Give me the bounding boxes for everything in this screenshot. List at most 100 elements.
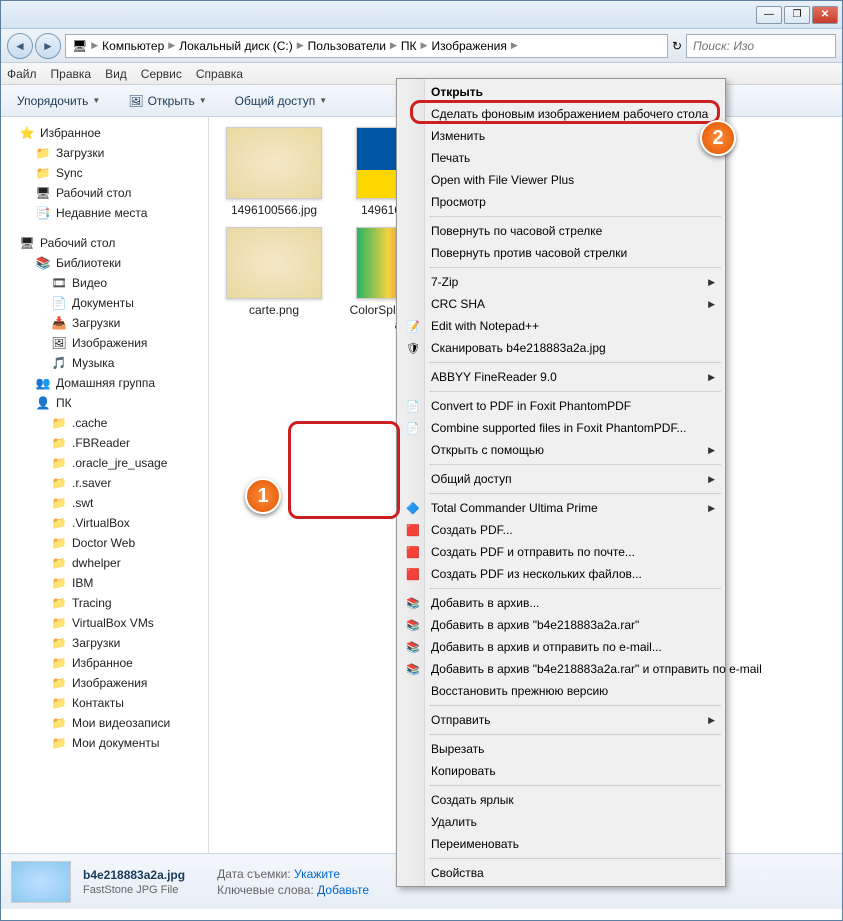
context-menu-item[interactable]: Восстановить прежнюю версию xyxy=(399,680,723,702)
context-menu-item[interactable]: 7-Zip▶ xyxy=(399,271,723,293)
file-item[interactable]: 1496100566.jpg xyxy=(219,127,329,219)
sidebar-item-folder[interactable]: 📁Мои видеозаписи xyxy=(1,713,208,733)
sidebar-item-images[interactable]: 🖼Изображения xyxy=(1,333,208,353)
nav-back-button[interactable]: ◄ xyxy=(7,33,33,59)
context-menu-item[interactable]: Переименовать xyxy=(399,833,723,855)
breadcrumb-item[interactable]: Компьютер xyxy=(102,39,164,53)
sidebar-item-folder[interactable]: 📁.oracle_jre_usage xyxy=(1,453,208,473)
menu-tools[interactable]: Сервис xyxy=(141,67,182,81)
download-icon: 📥 xyxy=(51,315,67,331)
status-keywords-label: Ключевые слова: xyxy=(217,883,314,897)
context-menu-item[interactable]: Сделать фоновым изображением рабочего ст… xyxy=(399,103,723,125)
status-keywords-link[interactable]: Добавьте xyxy=(317,883,369,897)
context-menu-item[interactable]: 🟥Создать PDF и отправить по почте... xyxy=(399,541,723,563)
sidebar-item-folder[interactable]: 📁.cache xyxy=(1,413,208,433)
sidebar-item-folder[interactable]: 📁Избранное xyxy=(1,653,208,673)
context-menu-item[interactable]: 🛡Сканировать b4e218883a2a.jpg xyxy=(399,337,723,359)
search-input[interactable] xyxy=(686,34,836,58)
sidebar-item-folder[interactable]: 📁.swt xyxy=(1,493,208,513)
sidebar-item-folder[interactable]: 📁.FBReader xyxy=(1,433,208,453)
sidebar-item-documents[interactable]: 📄Документы xyxy=(1,293,208,313)
context-menu-separator xyxy=(429,391,721,392)
maximize-button[interactable]: ❐ xyxy=(784,6,810,24)
file-item[interactable]: carte.png xyxy=(219,227,329,332)
breadcrumb-item[interactable]: Пользователи xyxy=(308,39,386,53)
breadcrumb[interactable]: 🖥 ▶ Компьютер ▶ Локальный диск (C:) ▶ По… xyxy=(65,34,668,58)
context-menu-item[interactable]: 📚Добавить в архив "b4e218883a2a.rar" и о… xyxy=(399,658,723,680)
context-menu-item[interactable]: 🟥Создать PDF... xyxy=(399,519,723,541)
sidebar-item-folder[interactable]: 📁Изображения xyxy=(1,673,208,693)
context-menu-item[interactable]: Копировать xyxy=(399,760,723,782)
sidebar-item-folder[interactable]: 📁Контакты xyxy=(1,693,208,713)
sidebar-item-folder[interactable]: 📁.r.saver xyxy=(1,473,208,493)
minimize-button[interactable]: — xyxy=(756,6,782,24)
context-menu-item[interactable]: Открыть xyxy=(399,81,723,103)
context-menu-item[interactable]: Повернуть против часовой стрелки xyxy=(399,242,723,264)
context-menu-item[interactable]: ABBYY FineReader 9.0▶ xyxy=(399,366,723,388)
status-date-link[interactable]: Укажите xyxy=(294,867,340,881)
sidebar-item-folder[interactable]: 📁IBM xyxy=(1,573,208,593)
chevron-right-icon: ▶ xyxy=(708,715,715,726)
sidebar-item-video[interactable]: 🎞Видео xyxy=(1,273,208,293)
sidebar-user[interactable]: 👤ПК xyxy=(1,393,208,413)
sidebar-item-folder[interactable]: 📁Doctor Web xyxy=(1,533,208,553)
context-menu-separator xyxy=(429,588,721,589)
folder-icon: 📁 xyxy=(51,555,67,571)
sidebar-item-recent[interactable]: 📑Недавние места xyxy=(1,203,208,223)
context-menu-item[interactable]: Просмотр xyxy=(399,191,723,213)
nav-forward-button[interactable]: ► xyxy=(35,33,61,59)
context-menu-item[interactable]: Открыть с помощью▶ xyxy=(399,439,723,461)
context-menu-item[interactable]: 🟥Создать PDF из нескольких файлов... xyxy=(399,563,723,585)
folder-icon: 📁 xyxy=(51,495,67,511)
context-menu-item[interactable]: Общий доступ▶ xyxy=(399,468,723,490)
context-menu-item[interactable]: 📚Добавить в архив и отправить по e-mail.… xyxy=(399,636,723,658)
sidebar-item-downloads[interactable]: 📁Загрузки xyxy=(1,143,208,163)
menu-item-icon: 🟥 xyxy=(405,566,421,582)
context-menu-item[interactable]: Вырезать xyxy=(399,738,723,760)
context-menu-item[interactable]: Создать ярлык xyxy=(399,789,723,811)
context-menu-item[interactable]: CRC SHA▶ xyxy=(399,293,723,315)
sidebar-libraries[interactable]: 📚Библиотеки xyxy=(1,253,208,273)
share-button[interactable]: Общий доступ▼ xyxy=(227,90,336,112)
sidebar-item-folder[interactable]: 📁Мои документы xyxy=(1,733,208,753)
menu-item-label: Edit with Notepad++ xyxy=(431,319,539,333)
context-menu-item[interactable]: 📚Добавить в архив... xyxy=(399,592,723,614)
breadcrumb-item[interactable]: Локальный диск (C:) xyxy=(179,39,293,53)
sidebar-desktop-root[interactable]: 🖥Рабочий стол xyxy=(1,233,208,253)
menu-help[interactable]: Справка xyxy=(196,67,243,81)
context-menu-item[interactable]: Изменить xyxy=(399,125,723,147)
context-menu-item[interactable]: 📝Edit with Notepad++ xyxy=(399,315,723,337)
breadcrumb-item[interactable]: ПК xyxy=(401,39,417,53)
context-menu-item[interactable]: 📄Convert to PDF in Foxit PhantomPDF xyxy=(399,395,723,417)
context-menu-item[interactable]: Open with File Viewer Plus xyxy=(399,169,723,191)
refresh-button[interactable]: ↻ xyxy=(672,39,682,53)
sidebar-item-folder[interactable]: 📁Tracing xyxy=(1,593,208,613)
sidebar-item-desktop[interactable]: 🖥Рабочий стол xyxy=(1,183,208,203)
open-button[interactable]: 🖼Открыть▼ xyxy=(120,90,214,112)
context-menu-item[interactable]: 📚Добавить в архив "b4e218883a2a.rar" xyxy=(399,614,723,636)
context-menu-item[interactable]: 🔷Total Commander Ultima Prime▶ xyxy=(399,497,723,519)
context-menu-item[interactable]: Отправить▶ xyxy=(399,709,723,731)
sidebar-homegroup[interactable]: 👥Домашняя группа xyxy=(1,373,208,393)
context-menu-item[interactable]: Печать xyxy=(399,147,723,169)
sidebar-item-sync[interactable]: 📁Sync xyxy=(1,163,208,183)
close-button[interactable]: ✕ xyxy=(812,6,838,24)
context-menu-item[interactable]: Удалить xyxy=(399,811,723,833)
sidebar-favorites[interactable]: ⭐Избранное xyxy=(1,123,208,143)
folder-icon: 📁 xyxy=(51,415,67,431)
context-menu-item[interactable]: Повернуть по часовой стрелке xyxy=(399,220,723,242)
breadcrumb-item[interactable]: Изображения xyxy=(431,39,506,53)
menu-item-icon: 📚 xyxy=(405,639,421,655)
sidebar-item-downloads[interactable]: 📥Загрузки xyxy=(1,313,208,333)
menu-view[interactable]: Вид xyxy=(105,67,127,81)
sidebar-item-folder[interactable]: 📁.VirtualBox xyxy=(1,513,208,533)
sidebar-item-folder[interactable]: 📁VirtualBox VMs xyxy=(1,613,208,633)
menu-edit[interactable]: Правка xyxy=(51,67,92,81)
sidebar-item-music[interactable]: 🎵Музыка xyxy=(1,353,208,373)
context-menu-item[interactable]: Свойства xyxy=(399,862,723,884)
sidebar-item-folder[interactable]: 📁dwhelper xyxy=(1,553,208,573)
organize-button[interactable]: Упорядочить▼ xyxy=(9,90,108,112)
menu-file[interactable]: Файл xyxy=(7,67,37,81)
context-menu-item[interactable]: 📄Combine supported files in Foxit Phanto… xyxy=(399,417,723,439)
sidebar-item-folder[interactable]: 📁Загрузки xyxy=(1,633,208,653)
